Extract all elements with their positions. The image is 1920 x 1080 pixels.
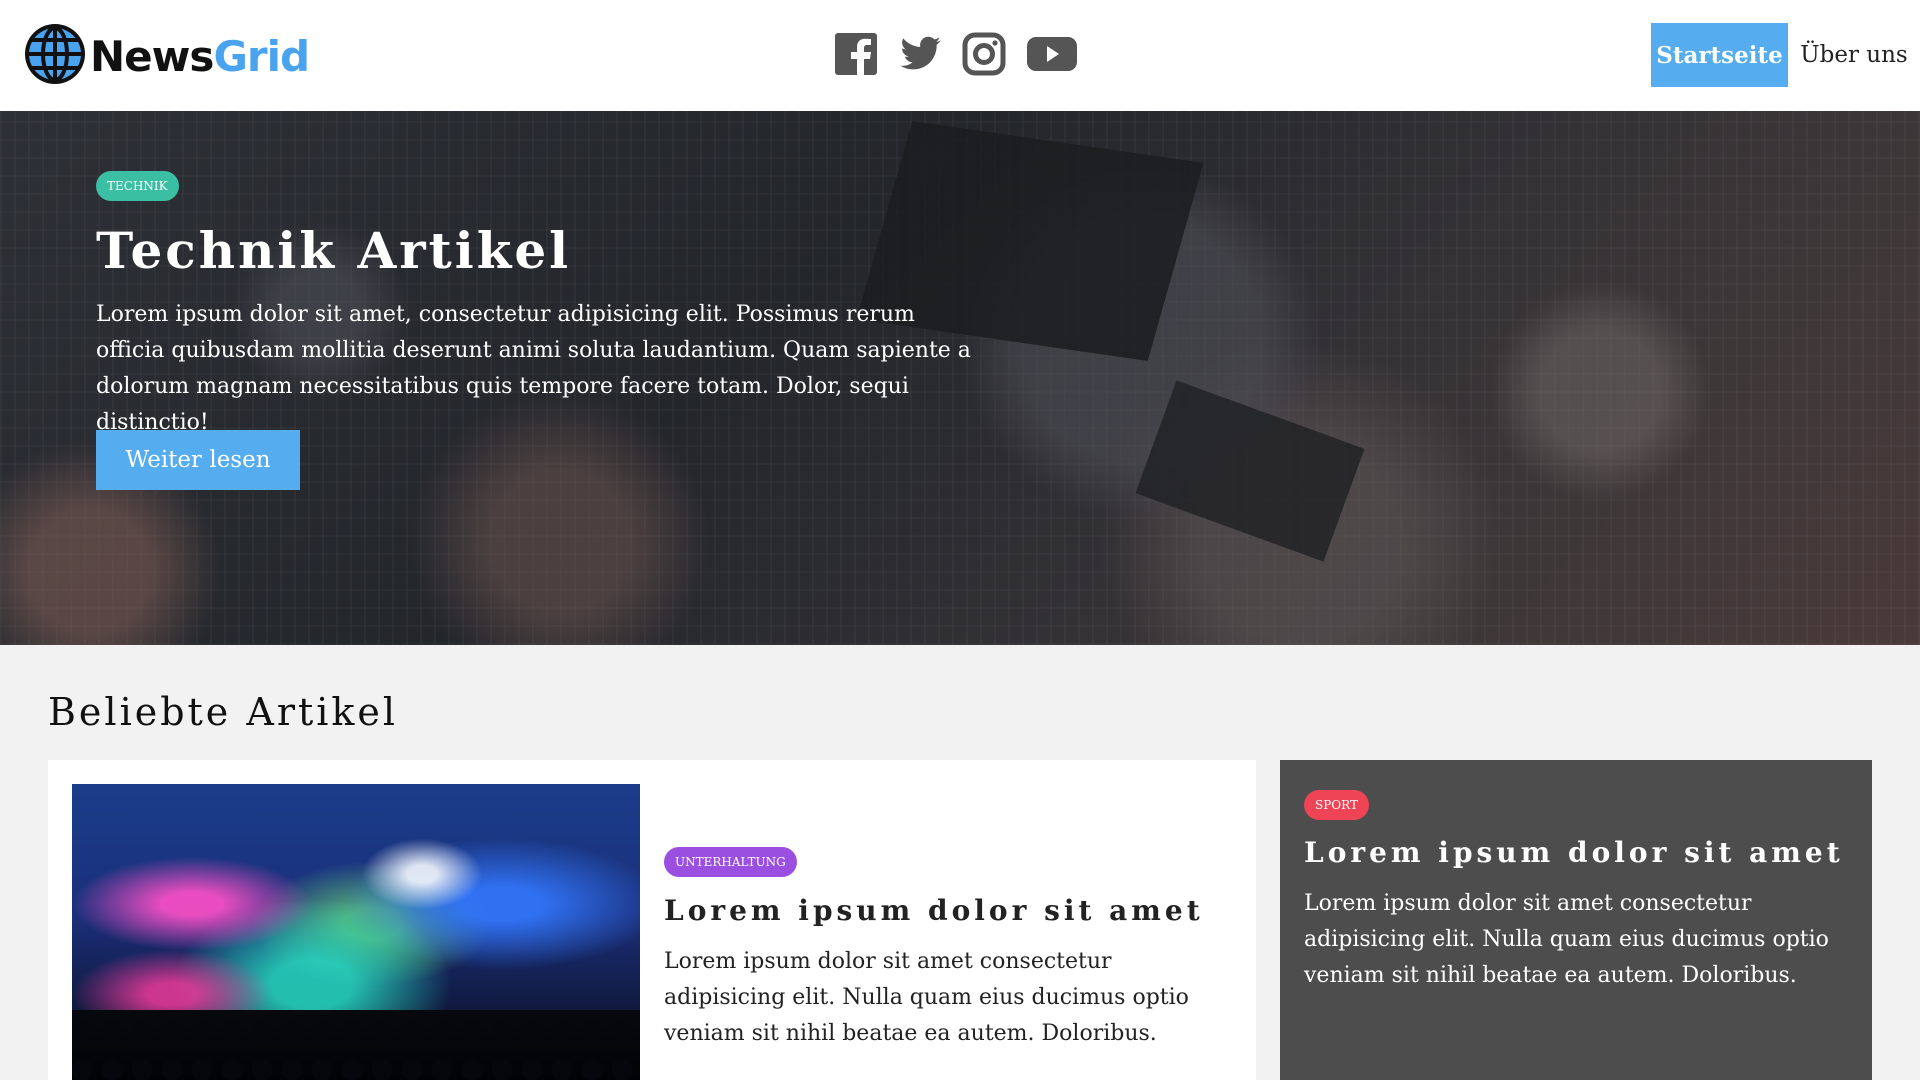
twitter-icon[interactable] xyxy=(898,32,942,76)
hero-background-chip xyxy=(1135,380,1365,562)
social-links xyxy=(834,32,1078,76)
main-nav: Startseite Über uns xyxy=(1651,23,1920,87)
nav-home-button[interactable]: Startseite xyxy=(1651,23,1788,87)
logo[interactable]: NewsGrid xyxy=(23,22,310,90)
article-card[interactable]: SPORT Lorem ipsum dolor sit amet Lorem i… xyxy=(1280,760,1872,1080)
read-more-button[interactable]: Weiter lesen xyxy=(96,430,300,490)
article-image-crowd xyxy=(72,1010,640,1080)
article-card[interactable]: UNTERHALTUNG Lorem ipsum dolor sit amet … xyxy=(48,760,1256,1080)
youtube-icon[interactable] xyxy=(1026,32,1078,76)
logo-text: NewsGrid xyxy=(90,31,310,81)
hero-category-badge[interactable]: TECHNIK xyxy=(96,171,179,201)
category-badge[interactable]: UNTERHALTUNG xyxy=(664,847,797,877)
article-excerpt: Lorem ipsum dolor sit amet consectetur a… xyxy=(664,949,1189,1046)
facebook-icon[interactable] xyxy=(834,32,878,76)
article-title[interactable]: Lorem ipsum dolor sit amet xyxy=(664,894,1204,927)
category-badge[interactable]: SPORT xyxy=(1304,790,1369,820)
nav-about-link[interactable]: Über uns xyxy=(1788,23,1920,87)
site-header: NewsGrid Startseite Über uns xyxy=(0,0,1920,111)
hero-text: Lorem ipsum dolor sit amet, consectetur … xyxy=(96,302,971,435)
article-image[interactable] xyxy=(72,784,640,1080)
globe-icon xyxy=(23,22,87,90)
article-excerpt: Lorem ipsum dolor sit amet consectetur a… xyxy=(1304,891,1829,988)
hero-title: Technik Artikel xyxy=(96,221,572,280)
hero-banner: TECHNIK Technik Artikel Lorem ipsum dolo… xyxy=(0,111,1920,645)
article-title[interactable]: Lorem ipsum dolor sit amet xyxy=(1304,836,1844,869)
section-title: Beliebte Artikel xyxy=(48,690,399,734)
instagram-icon[interactable] xyxy=(962,32,1006,76)
